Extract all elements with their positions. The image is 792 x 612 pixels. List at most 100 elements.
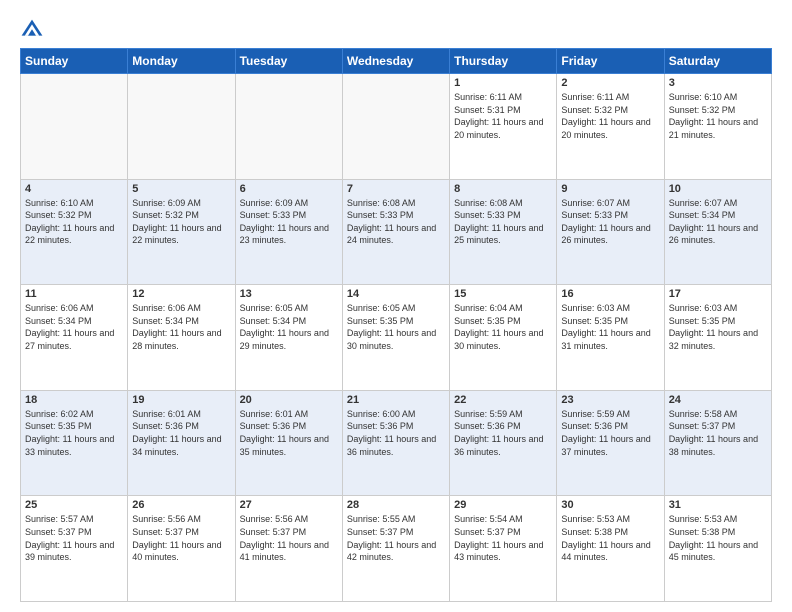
calendar-table: SundayMondayTuesdayWednesdayThursdayFrid… [20,48,772,602]
daylight-label: Daylight: 11 hours and 26 minutes. [561,223,650,246]
sunset-label: Sunset: 5:38 PM [669,527,736,537]
day-number: 3 [669,77,767,89]
day-of-week-header: Thursday [450,49,557,74]
daylight-label: Daylight: 11 hours and 37 minutes. [561,434,650,457]
daylight-label: Daylight: 11 hours and 31 minutes. [561,328,650,351]
calendar-day-cell: 29 Sunrise: 5:54 AM Sunset: 5:37 PM Dayl… [450,496,557,602]
day-number: 25 [25,499,123,511]
sunset-label: Sunset: 5:38 PM [561,527,628,537]
sunset-label: Sunset: 5:37 PM [347,527,414,537]
day-number: 12 [132,288,230,300]
calendar-day-cell: 30 Sunrise: 5:53 AM Sunset: 5:38 PM Dayl… [557,496,664,602]
sunset-label: Sunset: 5:35 PM [561,316,628,326]
calendar-day-cell: 7 Sunrise: 6:08 AM Sunset: 5:33 PM Dayli… [342,179,449,285]
day-info: Sunrise: 6:03 AM Sunset: 5:35 PM Dayligh… [669,302,767,352]
calendar-day-cell: 1 Sunrise: 6:11 AM Sunset: 5:31 PM Dayli… [450,74,557,180]
calendar-day-cell: 3 Sunrise: 6:10 AM Sunset: 5:32 PM Dayli… [664,74,771,180]
calendar-week-row: 1 Sunrise: 6:11 AM Sunset: 5:31 PM Dayli… [21,74,772,180]
day-number: 21 [347,394,445,406]
day-of-week-header: Friday [557,49,664,74]
day-number: 17 [669,288,767,300]
sunrise-label: Sunrise: 5:59 AM [561,409,630,419]
calendar-day-cell: 2 Sunrise: 6:11 AM Sunset: 5:32 PM Dayli… [557,74,664,180]
day-info: Sunrise: 6:01 AM Sunset: 5:36 PM Dayligh… [240,408,338,458]
sunrise-label: Sunrise: 5:53 AM [561,514,630,524]
calendar-day-cell: 15 Sunrise: 6:04 AM Sunset: 5:35 PM Dayl… [450,285,557,391]
day-number: 13 [240,288,338,300]
day-number: 29 [454,499,552,511]
calendar-day-cell: 25 Sunrise: 5:57 AM Sunset: 5:37 PM Dayl… [21,496,128,602]
daylight-label: Daylight: 11 hours and 22 minutes. [132,223,221,246]
day-info: Sunrise: 5:53 AM Sunset: 5:38 PM Dayligh… [669,513,767,563]
day-number: 6 [240,183,338,195]
sunset-label: Sunset: 5:36 PM [347,421,414,431]
calendar-day-cell: 12 Sunrise: 6:06 AM Sunset: 5:34 PM Dayl… [128,285,235,391]
sunrise-label: Sunrise: 5:56 AM [132,514,201,524]
daylight-label: Daylight: 11 hours and 24 minutes. [347,223,436,246]
day-info: Sunrise: 6:02 AM Sunset: 5:35 PM Dayligh… [25,408,123,458]
day-info: Sunrise: 6:09 AM Sunset: 5:32 PM Dayligh… [132,197,230,247]
day-info: Sunrise: 6:10 AM Sunset: 5:32 PM Dayligh… [25,197,123,247]
day-number: 1 [454,77,552,89]
day-number: 27 [240,499,338,511]
sunset-label: Sunset: 5:37 PM [454,527,521,537]
calendar-day-cell: 28 Sunrise: 5:55 AM Sunset: 5:37 PM Dayl… [342,496,449,602]
sunrise-label: Sunrise: 6:10 AM [669,92,738,102]
calendar-week-row: 18 Sunrise: 6:02 AM Sunset: 5:35 PM Dayl… [21,390,772,496]
sunset-label: Sunset: 5:34 PM [669,210,736,220]
page: SundayMondayTuesdayWednesdayThursdayFrid… [0,0,792,612]
calendar-day-cell: 24 Sunrise: 5:58 AM Sunset: 5:37 PM Dayl… [664,390,771,496]
daylight-label: Daylight: 11 hours and 40 minutes. [132,540,221,563]
calendar-day-cell: 14 Sunrise: 6:05 AM Sunset: 5:35 PM Dayl… [342,285,449,391]
day-info: Sunrise: 5:57 AM Sunset: 5:37 PM Dayligh… [25,513,123,563]
day-of-week-header: Saturday [664,49,771,74]
calendar-day-cell: 9 Sunrise: 6:07 AM Sunset: 5:33 PM Dayli… [557,179,664,285]
day-info: Sunrise: 6:04 AM Sunset: 5:35 PM Dayligh… [454,302,552,352]
logo [20,18,48,42]
sunrise-label: Sunrise: 6:00 AM [347,409,416,419]
day-number: 30 [561,499,659,511]
calendar-day-cell: 5 Sunrise: 6:09 AM Sunset: 5:32 PM Dayli… [128,179,235,285]
sunrise-label: Sunrise: 6:09 AM [132,198,201,208]
calendar-day-cell: 17 Sunrise: 6:03 AM Sunset: 5:35 PM Dayl… [664,285,771,391]
sunrise-label: Sunrise: 5:59 AM [454,409,523,419]
daylight-label: Daylight: 11 hours and 38 minutes. [669,434,758,457]
daylight-label: Daylight: 11 hours and 39 minutes. [25,540,114,563]
day-info: Sunrise: 6:05 AM Sunset: 5:35 PM Dayligh… [347,302,445,352]
calendar-day-cell: 6 Sunrise: 6:09 AM Sunset: 5:33 PM Dayli… [235,179,342,285]
day-info: Sunrise: 5:56 AM Sunset: 5:37 PM Dayligh… [132,513,230,563]
calendar-week-row: 25 Sunrise: 5:57 AM Sunset: 5:37 PM Dayl… [21,496,772,602]
day-number: 7 [347,183,445,195]
sunset-label: Sunset: 5:31 PM [454,105,521,115]
calendar-day-cell [235,74,342,180]
day-number: 9 [561,183,659,195]
sunrise-label: Sunrise: 6:07 AM [561,198,630,208]
daylight-label: Daylight: 11 hours and 44 minutes. [561,540,650,563]
calendar-day-cell: 22 Sunrise: 5:59 AM Sunset: 5:36 PM Dayl… [450,390,557,496]
sunset-label: Sunset: 5:33 PM [240,210,307,220]
sunset-label: Sunset: 5:34 PM [25,316,92,326]
sunrise-label: Sunrise: 6:10 AM [25,198,94,208]
day-of-week-header: Sunday [21,49,128,74]
day-info: Sunrise: 5:58 AM Sunset: 5:37 PM Dayligh… [669,408,767,458]
day-of-week-header: Monday [128,49,235,74]
calendar-day-cell [128,74,235,180]
calendar-day-cell: 4 Sunrise: 6:10 AM Sunset: 5:32 PM Dayli… [21,179,128,285]
day-number: 4 [25,183,123,195]
sunset-label: Sunset: 5:33 PM [347,210,414,220]
calendar-day-cell: 21 Sunrise: 6:00 AM Sunset: 5:36 PM Dayl… [342,390,449,496]
calendar-day-cell: 27 Sunrise: 5:56 AM Sunset: 5:37 PM Dayl… [235,496,342,602]
sunrise-label: Sunrise: 5:53 AM [669,514,738,524]
day-number: 28 [347,499,445,511]
sunrise-label: Sunrise: 6:11 AM [561,92,629,102]
day-info: Sunrise: 5:55 AM Sunset: 5:37 PM Dayligh… [347,513,445,563]
sunset-label: Sunset: 5:37 PM [669,421,736,431]
day-info: Sunrise: 6:05 AM Sunset: 5:34 PM Dayligh… [240,302,338,352]
day-info: Sunrise: 6:06 AM Sunset: 5:34 PM Dayligh… [25,302,123,352]
sunrise-label: Sunrise: 6:03 AM [669,303,738,313]
logo-icon [20,18,44,42]
sunset-label: Sunset: 5:35 PM [347,316,414,326]
daylight-label: Daylight: 11 hours and 21 minutes. [669,117,758,140]
day-number: 23 [561,394,659,406]
sunset-label: Sunset: 5:32 PM [25,210,92,220]
